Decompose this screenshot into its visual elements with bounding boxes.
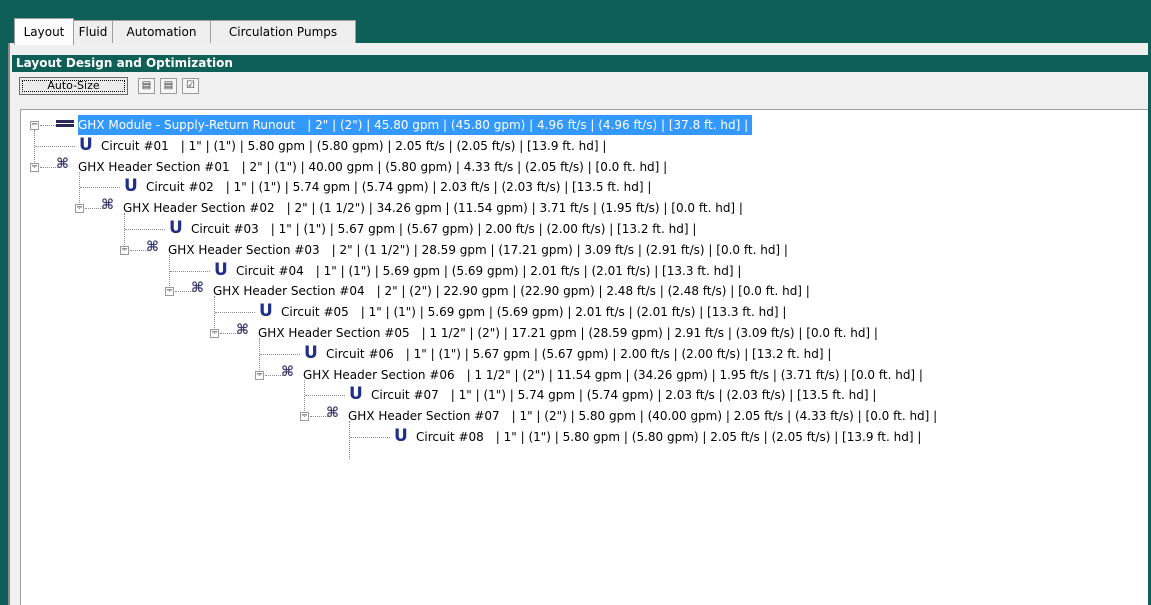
tree-node-details: | 1 1/2" | (2") | 17.21 gpm | (28.59 gpm… bbox=[421, 326, 878, 340]
tree-node-header[interactable]: GHX Header Section #01 | 2" | (1") | 40.0… bbox=[78, 157, 671, 177]
tree-node-label: Circuit #08 bbox=[416, 430, 484, 444]
tree-connector bbox=[170, 270, 210, 272]
tree-expander[interactable]: − bbox=[30, 120, 39, 130]
tree-connector bbox=[79, 171, 80, 210]
tree-node-details: | 2" | (2") | 45.80 gpm | (45.80 gpm) | … bbox=[307, 118, 749, 132]
checklist-icon[interactable]: ☑ bbox=[182, 78, 199, 94]
u-loop-circuit-icon: U bbox=[394, 426, 408, 446]
tree-connector bbox=[214, 296, 215, 334]
tree-connector bbox=[125, 229, 165, 230]
u-loop-circuit-icon: U bbox=[259, 301, 273, 322]
header-section-icon: ⌘ bbox=[101, 197, 114, 214]
toolbar: Auto-Size ▤ ▤ ☑ bbox=[12, 76, 1151, 96]
tree-node-label: Circuit #06 bbox=[326, 346, 394, 361]
tree-node-label: Circuit #07 bbox=[371, 388, 439, 403]
tree-node-label: GHX Header Section #02 bbox=[123, 201, 275, 216]
header-section-icon: ⌘ bbox=[236, 322, 249, 338]
tree-node-details: | 1" | (1") | 5.80 gpm | (5.80 gpm) | 2.… bbox=[495, 430, 922, 444]
tree-connector bbox=[260, 353, 300, 355]
u-loop-circuit-icon: U bbox=[169, 218, 183, 238]
tree-node-details: | 2" | (1") | 40.00 gpm | (5.80 gpm) | 4… bbox=[241, 159, 668, 174]
ghx-module-icon bbox=[56, 119, 74, 130]
tree-node-details: | 1" | (1") | 5.67 gpm | (5.67 gpm) | 2.… bbox=[270, 222, 697, 236]
tree-node-details: | 2" | (2") | 22.90 gpm | (22.90 gpm) | … bbox=[376, 284, 810, 299]
tree-node-label: Circuit #03 bbox=[191, 222, 259, 236]
header-section-icon: ⌘ bbox=[326, 405, 339, 422]
tree-connector bbox=[34, 130, 35, 168]
header-section-icon: ⌘ bbox=[146, 238, 159, 255]
tree-node-details: | 1" | (1") | 5.69 gpm | (5.69 gpm) | 2.… bbox=[315, 263, 742, 278]
layout-tab-panel: Layout Design and Optimization Auto-Size… bbox=[8, 43, 1151, 605]
tree-node-details: | 1" | (1") | 5.74 gpm | (5.74 gpm) | 2.… bbox=[450, 388, 877, 403]
tree-connector bbox=[305, 395, 345, 397]
tree-node-circuit[interactable]: Circuit #04 | 1" | (1") | 5.69 gpm | (5.6… bbox=[236, 261, 745, 281]
tree-node-circuit[interactable]: Circuit #06 | 1" | (1") | 5.67 gpm | (5.6… bbox=[326, 344, 835, 364]
tree-node-label: GHX Header Section #06 bbox=[303, 367, 455, 382]
tree-node-details: | 1" | (2") | 5.80 gpm | (40.00 gpm) | 2… bbox=[511, 409, 938, 424]
tab-layout[interactable]: Layout bbox=[14, 18, 74, 45]
tree-node-details: | 1 1/2" | (2") | 11.54 gpm | (34.26 gpm… bbox=[466, 367, 923, 382]
tree-connector bbox=[349, 421, 350, 459]
header-section-icon: ⌘ bbox=[281, 363, 294, 380]
u-loop-circuit-icon: U bbox=[349, 384, 363, 405]
header-section-icon: ⌘ bbox=[191, 280, 204, 297]
layout-tree: − GHX Module - Supply-Return Runout | 2" |… bbox=[21, 110, 1151, 605]
tab-strip: Layout Fluid Automation Circulation Pump… bbox=[8, 6, 1151, 45]
tree-node-header[interactable]: GHX Header Section #05 | 1 1/2" | (2") | … bbox=[258, 323, 882, 343]
tree-node-details: | 2" | (1 1/2") | 34.26 gpm | (11.54 gpm… bbox=[286, 201, 743, 216]
tab-circulation-pumps[interactable]: Circulation Pumps bbox=[210, 20, 356, 44]
tree-node-circuit[interactable]: Circuit #01 | 1" | (1") | 5.80 gpm | (5.8… bbox=[101, 136, 610, 156]
tree-connector bbox=[304, 379, 305, 418]
tree-node-label: GHX Module - Supply-Return Runout bbox=[78, 118, 296, 132]
tab-fluid[interactable]: Fluid bbox=[73, 20, 113, 44]
tree-node-circuit[interactable]: Circuit #03 | 1" | (1") | 5.67 gpm | (5.6… bbox=[191, 219, 700, 239]
tree-node-header[interactable]: GHX Header Section #02 | 2" | (1 1/2") | … bbox=[123, 198, 747, 218]
tree-node-details: | 2" | (1 1/2") | 28.59 gpm | (17.21 gpm… bbox=[331, 242, 788, 257]
tree-node-header[interactable]: GHX Header Section #04 | 2" | (2") | 22.9… bbox=[213, 281, 814, 301]
auto-size-button[interactable]: Auto-Size bbox=[19, 77, 128, 95]
tree-node-label: GHX Header Section #05 bbox=[258, 326, 410, 340]
u-loop-circuit-icon: U bbox=[124, 176, 138, 197]
tree-node-label: Circuit #01 bbox=[101, 138, 169, 153]
tree-node-header[interactable]: GHX Header Section #03 | 2" | (1 1/2") | … bbox=[168, 240, 792, 260]
tree-node-root[interactable]: GHX Module - Supply-Return Runout | 2" | … bbox=[78, 115, 753, 135]
tree-node-details: | 1" | (1") | 5.80 gpm | (5.80 gpm) | 2.… bbox=[180, 138, 607, 153]
tree-connector bbox=[215, 312, 255, 314]
u-loop-circuit-icon: U bbox=[304, 342, 318, 363]
u-loop-circuit-icon: U bbox=[214, 259, 228, 280]
tree-connector bbox=[124, 213, 125, 251]
tree-node-label: GHX Header Section #03 bbox=[168, 242, 320, 257]
pipe-settings-icon[interactable]: ▤ bbox=[138, 78, 155, 94]
tree-connector bbox=[35, 145, 75, 147]
tree-node-label: Circuit #05 bbox=[281, 305, 349, 320]
tree-connector bbox=[80, 187, 120, 189]
tree-node-details: | 1" | (1") | 5.69 gpm | (5.69 gpm) | 2.… bbox=[360, 305, 787, 320]
tree-node-header[interactable]: GHX Header Section #07 | 1" | (2") | 5.80… bbox=[348, 406, 941, 426]
tree-node-circuit[interactable]: Circuit #07 | 1" | (1") | 5.74 gpm | (5.7… bbox=[371, 385, 880, 405]
tree-node-label: GHX Header Section #01 bbox=[78, 159, 230, 174]
tree-node-details: | 1" | (1") | 5.67 gpm | (5.67 gpm) | 2.… bbox=[405, 346, 832, 361]
tree-node-circuit[interactable]: Circuit #08 | 1" | (1") | 5.80 gpm | (5.8… bbox=[416, 427, 925, 447]
tree-node-details: | 1" | (1") | 5.74 gpm | (5.74 gpm) | 2.… bbox=[225, 180, 652, 195]
header-section-icon: ⌘ bbox=[56, 155, 69, 172]
tree-connector bbox=[259, 338, 260, 376]
u-loop-circuit-icon: U bbox=[79, 134, 93, 155]
tab-automation[interactable]: Automation bbox=[112, 20, 211, 44]
layout-tree-panel[interactable]: − GHX Module - Supply-Return Runout | 2" |… bbox=[20, 109, 1151, 605]
tree-node-label: Circuit #02 bbox=[146, 180, 214, 195]
tree-connector bbox=[350, 437, 390, 438]
section-title: Layout Design and Optimization bbox=[12, 55, 1151, 72]
tree-node-label: GHX Header Section #07 bbox=[348, 409, 500, 424]
tree-node-label: Circuit #04 bbox=[236, 263, 304, 278]
tree-node-circuit[interactable]: Circuit #05 | 1" | (1") | 5.69 gpm | (5.6… bbox=[281, 302, 790, 322]
tree-connector bbox=[169, 254, 170, 293]
report-icon[interactable]: ▤ bbox=[160, 78, 177, 94]
tree-node-header[interactable]: GHX Header Section #06 | 1 1/2" | (2") | … bbox=[303, 365, 927, 385]
tree-node-circuit[interactable]: Circuit #02 | 1" | (1") | 5.74 gpm | (5.7… bbox=[146, 177, 655, 197]
tree-node-label: GHX Header Section #04 bbox=[213, 284, 365, 299]
